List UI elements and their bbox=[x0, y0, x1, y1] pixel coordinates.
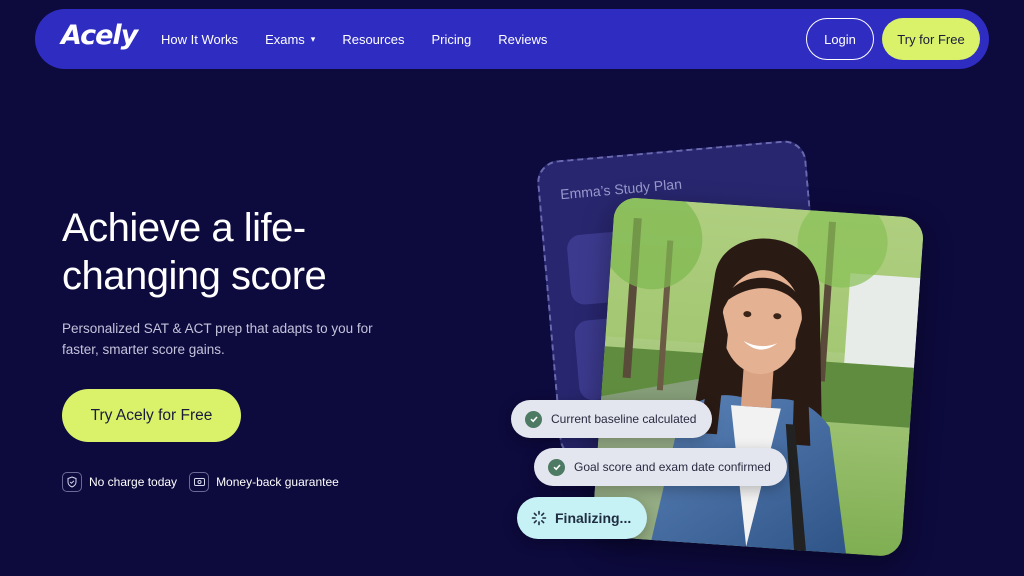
step-finalizing-pill: Finalizing... bbox=[517, 497, 648, 539]
shield-check-icon bbox=[62, 472, 82, 492]
nav-link-label: Exams bbox=[265, 31, 305, 47]
step-label: Current baseline calculated bbox=[551, 412, 697, 426]
check-icon bbox=[525, 410, 542, 428]
nav-link-label: Reviews bbox=[498, 31, 548, 47]
step-label: Goal score and exam date confirmed bbox=[574, 460, 771, 474]
money-back-badge: Money-back guarantee bbox=[189, 472, 339, 492]
acely-logo[interactable]: Acely bbox=[61, 20, 138, 51]
try-for-free-button[interactable]: Try for Free bbox=[882, 18, 980, 60]
step-baseline-pill: Current baseline calculated bbox=[511, 400, 713, 438]
no-charge-badge: No charge today bbox=[62, 472, 177, 492]
nav-link-resources[interactable]: Resources bbox=[342, 32, 404, 47]
nav-links: How It Works Exams ▾ Resources Pricing Re… bbox=[161, 9, 574, 69]
study-plan-title: Emma’s Study Plan bbox=[559, 175, 683, 203]
step-goal-pill: Goal score and exam date confirmed bbox=[534, 448, 787, 486]
nav-link-how-it-works[interactable]: How It Works bbox=[161, 32, 238, 47]
nav-link-pricing[interactable]: Pricing bbox=[431, 32, 471, 47]
nav-link-exams[interactable]: Exams ▾ bbox=[265, 32, 315, 47]
spinner-icon bbox=[531, 510, 547, 526]
top-navbar: Acely How It Works Exams ▾ Resources Pric… bbox=[35, 9, 989, 69]
hero-subtitle: Personalized SAT & ACT prep that adapts … bbox=[62, 321, 373, 357]
nav-link-label: How It Works bbox=[161, 31, 239, 47]
check-icon bbox=[548, 458, 565, 476]
money-icon bbox=[189, 472, 210, 492]
trust-badges: No charge today Money-back guarantee bbox=[62, 472, 351, 492]
badge-label: Money-back guarantee bbox=[216, 475, 339, 489]
login-button[interactable]: Login bbox=[806, 18, 874, 60]
nav-link-label: Pricing bbox=[431, 31, 472, 47]
nav-link-label: Resources bbox=[342, 31, 405, 47]
chevron-down-icon: ▾ bbox=[310, 33, 316, 44]
step-label: Finalizing... bbox=[555, 510, 632, 526]
badge-label: No charge today bbox=[89, 475, 178, 489]
hero-title: Achieve a life-changing score bbox=[62, 206, 327, 298]
nav-link-reviews[interactable]: Reviews bbox=[498, 32, 547, 47]
try-acely-free-button[interactable]: Try Acely for Free bbox=[62, 389, 241, 442]
